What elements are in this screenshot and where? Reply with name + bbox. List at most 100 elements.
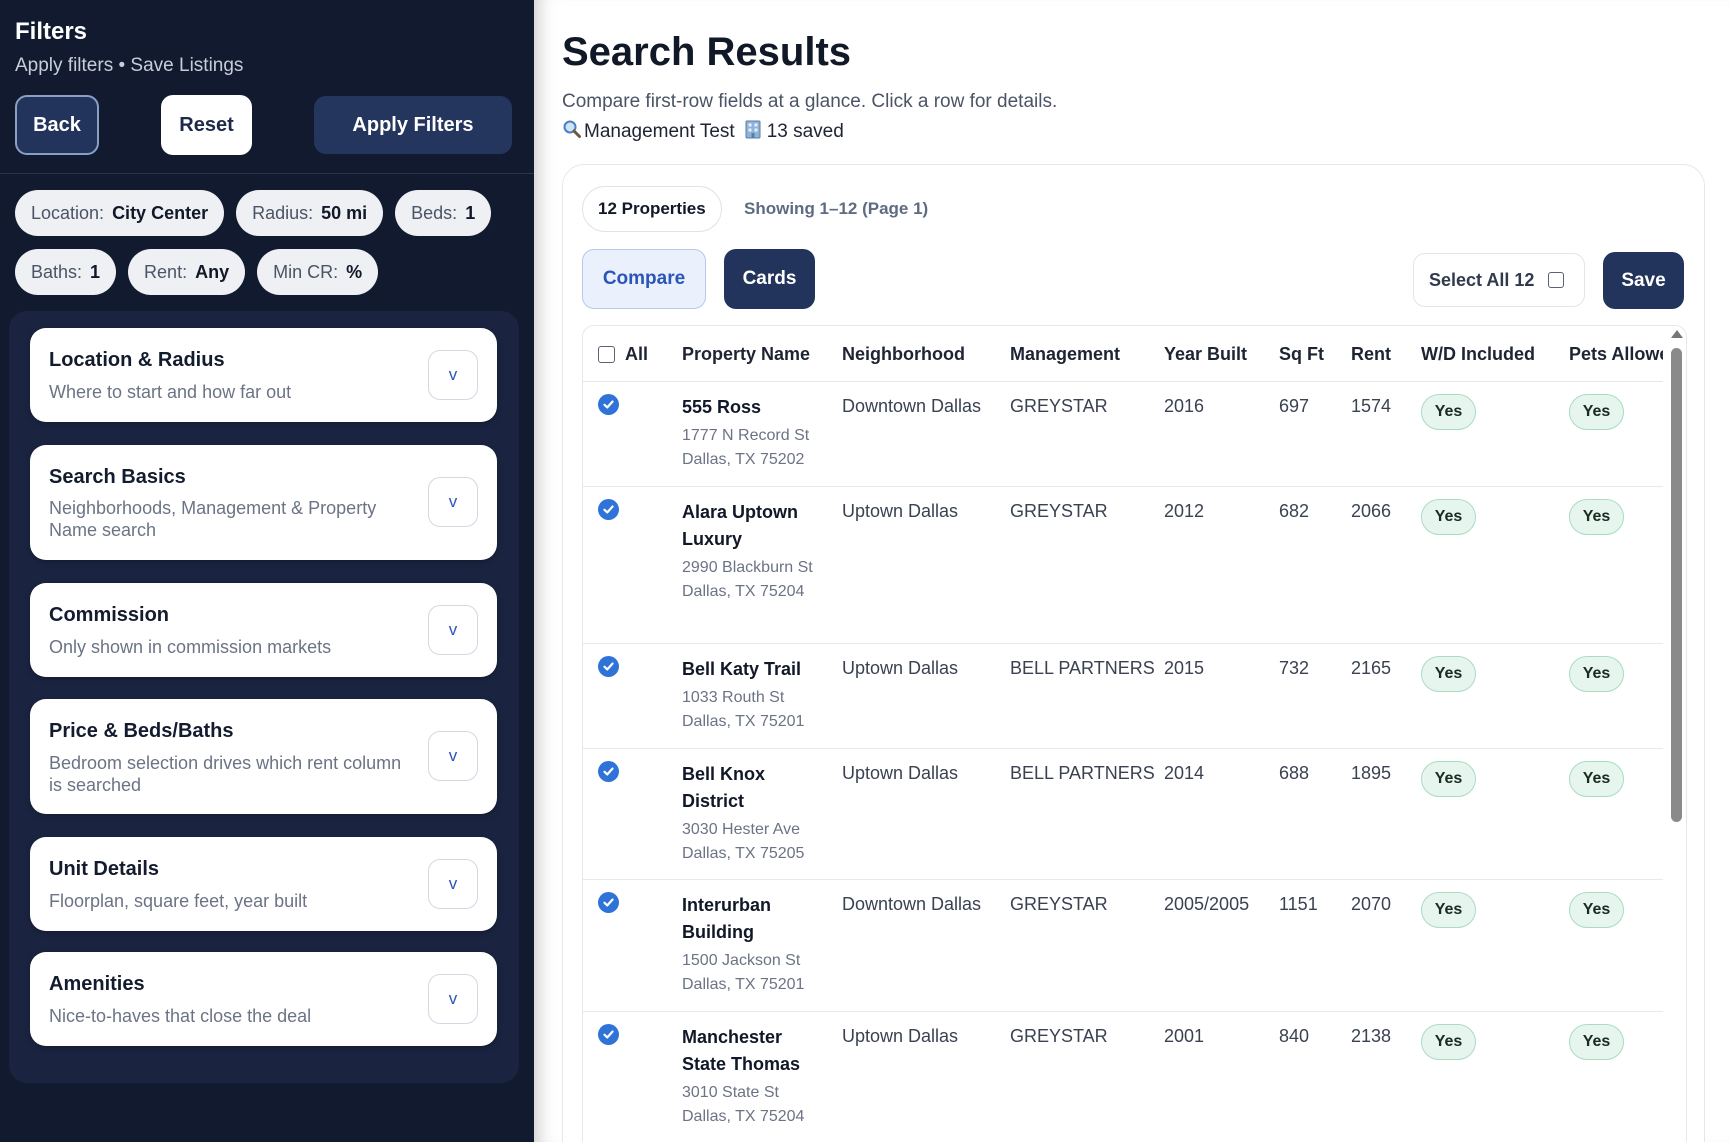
cards-view-button[interactable]: Cards [724,249,815,309]
wd-included-badge: Yes [1421,656,1476,692]
chip-value: City Center [112,202,209,223]
select-all-label: Select All 12 [1429,269,1535,290]
filter-chip-radius[interactable]: Radius: 50 mi [236,190,384,236]
check-circle-icon[interactable] [598,499,619,520]
filter-sections: Location & Radius Where to start and how… [9,311,519,1083]
section-title: Location & Radius [49,349,225,371]
check-circle-icon[interactable] [598,394,619,415]
property-address: 2990 Blackburn St Dallas, TX 75204 [682,559,813,600]
scroll-up-arrow-icon[interactable] [1671,330,1683,338]
column-header[interactable]: Pets Allowed [1569,326,1663,382]
reset-button[interactable]: Reset [161,95,252,155]
save-button[interactable]: Save [1603,252,1684,309]
sqft-cell: 688 [1279,763,1310,783]
check-circle-icon[interactable] [598,1024,619,1045]
filter-chip-rent[interactable]: Rent: Any [128,249,246,295]
active-filter-chips: Location: City Center Radius: 50 mi Beds… [15,190,520,295]
column-header: All [625,344,649,364]
section-description: Bedroom selection drives which rent colu… [49,753,402,795]
sidebar-subtitle: Apply filters • Save Listings [15,55,244,76]
sqft-cell: 840 [1279,1026,1310,1046]
chevron-down-icon[interactable]: v [428,350,478,400]
section-amenities[interactable]: Amenities Nice-to-haves that close the d… [30,952,497,1046]
column-header[interactable]: Property Name [682,326,810,382]
sqft-cell: 697 [1279,396,1310,416]
year-built-cell: 2015 [1164,658,1205,678]
chevron-down-icon[interactable]: v [428,731,478,781]
column-header[interactable]: Sq Ft [1279,326,1324,382]
column-header[interactable]: Rent [1351,326,1391,382]
pets-allowed-badge: Yes [1569,394,1624,430]
check-circle-icon[interactable] [598,892,619,913]
section-unit-details[interactable]: Unit Details Floorplan, square feet, yea… [30,837,497,931]
pagination-status: Showing 1–12 (Page 1) [744,199,929,218]
chevron-down-icon[interactable]: v [428,974,478,1024]
table-row[interactable]: Alara Uptown Luxury 2990 Blackburn St Da… [583,487,1663,644]
column-header[interactable]: Neighborhood [842,326,965,382]
chevron-down-icon[interactable]: v [428,605,478,655]
scrollbar-thumb[interactable] [1671,348,1682,822]
section-search-basics[interactable]: Search Basics Neighborhoods, Management … [30,445,497,560]
neighborhood-cell: Uptown Dallas [842,501,959,521]
property-cell: Bell Knox District 3030 Hester Ave Dalla… [682,761,817,866]
check-circle-icon[interactable] [598,656,619,677]
header-checkbox[interactable] [598,345,615,363]
sidebar-divider [0,173,534,174]
property-name: Bell Knox District [682,764,766,811]
table-row[interactable]: Manchester State Thomas 3010 State St Da… [583,1012,1663,1142]
property-address: 3030 Hester Ave Dallas, TX 75205 [682,821,805,862]
magnifier-icon [562,119,582,144]
page-title: Search Results [562,30,852,74]
section-title: Amenities [49,973,145,995]
section-title: Price & Beds/Baths [49,720,234,742]
sqft-cell: 732 [1279,658,1310,678]
property-cell: 555 Ross 1777 N Record St Dallas, TX 752… [682,394,817,472]
table-scrollbar[interactable] [1666,326,1686,1142]
table-row[interactable]: Bell Katy Trail 1033 Routh St Dallas, TX… [583,644,1663,749]
column-header[interactable]: W/D Included [1421,326,1535,382]
property-address: 1033 Routh St Dallas, TX 75201 [682,689,805,730]
pets-allowed-badge: Yes [1569,761,1624,797]
property-cell: Alara Uptown Luxury 2990 Blackburn St Da… [682,499,817,604]
section-description: Only shown in commission markets [49,637,332,657]
section-description: Where to start and how far out [49,382,292,402]
management-cell: GREYSTAR [1010,894,1108,914]
check-circle-icon[interactable] [598,761,619,782]
filter-chip-beds[interactable]: Beds: 1 [395,190,492,236]
saved-count: 13 saved [766,120,844,142]
select-all-checkbox[interactable] [1548,272,1565,288]
section-price-beds-baths[interactable]: Price & Beds/Baths Bedroom selection dri… [30,699,497,814]
section-location-radius[interactable]: Location & Radius Where to start and how… [30,328,497,422]
chip-label: Radius: [252,202,314,223]
table-header: All Property Name Neighborhood Managemen… [583,326,1663,382]
apply-filters-button[interactable]: Apply Filters [314,96,512,154]
table-row[interactable]: Bell Knox District 3030 Hester Ave Dalla… [583,749,1663,880]
table-row[interactable]: Interurban Building 1500 Jackson St Dall… [583,880,1663,1012]
table-row[interactable]: 555 Ross 1777 N Record St Dallas, TX 752… [583,382,1663,487]
chip-label: Baths: [31,261,83,282]
wd-included-badge: Yes [1421,892,1476,928]
rent-cell: 2165 [1351,658,1392,678]
column-header[interactable]: Management [1010,326,1120,382]
select-all-control[interactable]: Select All 12 [1413,253,1585,307]
property-cell: Interurban Building 1500 Jackson St Dall… [682,892,817,997]
section-commission[interactable]: Commission Only shown in commission mark… [30,583,497,677]
results-main: Search Results Compare first-row fields … [534,0,1730,1142]
compare-view-button[interactable]: Compare [582,249,706,309]
management-cell: GREYSTAR [1010,1026,1108,1046]
year-built-cell: 2005/2005 [1164,894,1250,914]
column-header[interactable]: Year Built [1164,326,1247,382]
filter-chip-min-cr[interactable]: Min CR: % [257,249,379,295]
pets-allowed-badge: Yes [1569,656,1624,692]
back-button[interactable]: Back [15,95,99,155]
neighborhood-cell: Uptown Dallas [842,658,959,678]
chevron-down-icon[interactable]: v [428,859,478,909]
filter-chip-baths[interactable]: Baths: 1 [15,249,117,295]
chevron-down-icon[interactable]: v [428,477,478,527]
pets-allowed-badge: Yes [1569,892,1624,928]
property-name: Alara Uptown Luxury [682,502,799,549]
filter-chip-location[interactable]: Location: City Center [15,190,225,236]
section-title: Search Basics [49,466,186,488]
saved-search-meta: Management Test 13 saved [562,119,844,144]
header-select-all[interactable]: All [598,326,648,382]
